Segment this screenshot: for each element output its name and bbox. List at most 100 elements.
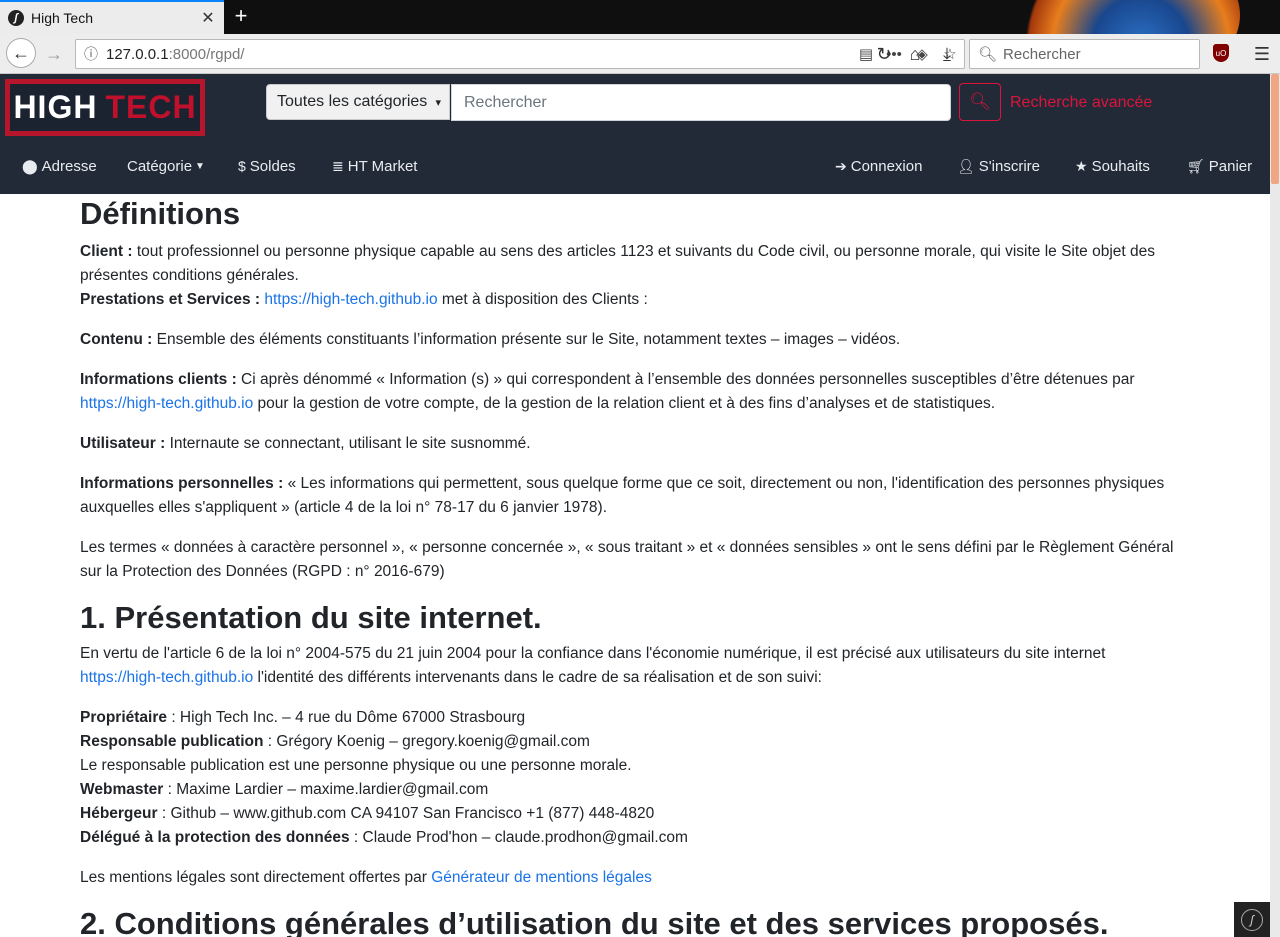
hamburger-menu-icon[interactable]: ☰ [1248, 40, 1276, 68]
line-hebergeur: Hébergeur : Github – www.github.com CA 9… [80, 802, 1190, 826]
label-info-clients: Informations clients : [80, 371, 237, 388]
caret-down-icon: ▼ [195, 160, 205, 172]
nav-connexion[interactable]: ➔ Connexion [835, 156, 922, 176]
address-bar[interactable]: ⓘ 127.0.0.1:8000/rgpd/ ▤ ••• ◈ ☆ [75, 39, 965, 69]
mentions-generator-link[interactable]: Générateur de mentions légales [431, 869, 652, 886]
text-delegue: : Claude Prod'hon – claude.prodhon@gmail… [349, 829, 688, 846]
paragraph-mentions: Les mentions légales sont directement of… [80, 866, 1190, 890]
label-prestations: Prestations et Services : [80, 291, 261, 308]
label-responsable: Responsable publication [80, 733, 264, 750]
map-marker-icon: ⬤ [22, 157, 38, 174]
nav-label: Catégorie [127, 157, 193, 175]
nav-label: Connexion [850, 157, 923, 175]
scrollbar-thumb[interactable] [1271, 74, 1279, 184]
nav-sinscrire[interactable]: 👤︎ S'inscrire [957, 156, 1040, 176]
paragraph-info-perso: Informations personnelles : « Les inform… [80, 472, 1190, 520]
sign-in-icon: ➔ [835, 157, 847, 174]
category-select-value: Toutes les catégories [277, 93, 428, 110]
text-client: tout professionnel ou personne physique … [80, 243, 1156, 284]
label-info-perso: Informations personnelles : [80, 475, 284, 492]
label-proprietaire: Propriétaire [80, 709, 168, 726]
text-prestations: met à disposition des Clients : [437, 291, 648, 308]
back-arrow-icon[interactable]: ← [6, 38, 36, 68]
line-proprietaire: Propriétaire : High Tech Inc. – 4 rue du… [80, 706, 1190, 730]
text-info-clients: Ci après dénommé « Information (s) » qui… [236, 371, 1135, 388]
reload-icon[interactable]: ↻ [870, 40, 898, 68]
paragraph-termes: Les termes « données à caractère personn… [80, 539, 1174, 580]
nav-label: HT Market [347, 157, 418, 175]
info-icon[interactable]: ⓘ [76, 44, 106, 64]
page-scrollbar[interactable] [1270, 74, 1280, 937]
logo-text-high: HIGH [13, 89, 98, 125]
dollar-icon: $ [238, 158, 246, 174]
tab-title: High Tech [31, 10, 94, 26]
text-hebergeur: : Github – www.github.com CA 94107 San F… [157, 805, 655, 822]
nav-panier[interactable]: 🛒︎ Panier [1187, 156, 1252, 176]
nav-categorie[interactable]: Catégorie ▼ [127, 156, 205, 176]
line-responsable: Responsable publication : Grégory Koenig… [80, 730, 1190, 754]
cart-icon: 🛒︎ [1187, 157, 1205, 174]
site-link[interactable]: https://high-tech.github.io [80, 669, 253, 686]
site-logo[interactable]: HIGH TECH [5, 79, 205, 136]
url-text[interactable]: 127.0.0.1:8000/rgpd/ [106, 46, 852, 63]
text-presentation: En vertu de l'article 6 de la loi n° 200… [80, 645, 1106, 662]
label-utilisateur: Utilisateur : [80, 435, 166, 452]
nav-souhaits[interactable]: ★ Souhaits [1075, 156, 1150, 176]
browser-search-placeholder: Rechercher [1003, 45, 1081, 63]
paragraph-info-clients: Informations clients : Ci après dénommé … [80, 368, 1190, 416]
browser-tab-bar: ʃ High Tech ✕ + [0, 0, 1280, 34]
paragraph-client: Client : tout professionnel ou personne … [80, 240, 1190, 288]
nav-label: Adresse [41, 157, 97, 175]
search-button[interactable]: 🔍︎ [959, 83, 1001, 121]
site-link[interactable]: https://high-tech.github.io [80, 395, 253, 412]
browser-theme-decoration [1020, 0, 1240, 34]
home-icon[interactable]: ⌂ [901, 40, 929, 68]
heading-conditions: 2. Conditions générales d’utilisation du… [80, 906, 1109, 937]
symfony-logo-icon: ʃ [1241, 908, 1263, 931]
browser-tab[interactable]: ʃ High Tech ✕ [0, 0, 224, 34]
user-plus-icon: 👤︎ [957, 157, 975, 174]
forward-arrow-icon[interactable]: → [40, 40, 68, 68]
paragraph-contenu: Contenu : Ensemble des éléments constitu… [80, 328, 1190, 352]
nav-adresse[interactable]: ⬤ Adresse [22, 156, 97, 176]
symfony-toolbar-button[interactable]: ʃ [1234, 902, 1270, 937]
site-header: HIGH TECH Toutes les catégories ▾ Recherc… [0, 74, 1270, 194]
download-icon[interactable]: ⤓ [933, 40, 961, 68]
text-proprietaire: : High Tech Inc. – 4 rue du Dôme 67000 S… [167, 709, 526, 726]
close-tab-icon[interactable]: ✕ [200, 8, 216, 28]
search-icon: 🔍︎ [978, 46, 998, 63]
label-contenu: Contenu : [80, 331, 153, 348]
label-webmaster: Webmaster [80, 781, 164, 798]
search-input[interactable]: Rechercher [451, 84, 951, 121]
browser-toolbar: ← → ⓘ 127.0.0.1:8000/rgpd/ ▤ ••• ◈ ☆ ↻ ⌂… [0, 34, 1280, 74]
heading-presentation: 1. Présentation du site internet. [80, 600, 542, 635]
ublock-icon[interactable]: uO [1213, 44, 1229, 62]
symfony-favicon-icon: ʃ [8, 10, 24, 26]
coins-icon: ≣ [332, 157, 344, 174]
new-tab-button[interactable]: + [228, 3, 254, 29]
main-content: Définitions Client : tout professionnel … [80, 194, 1190, 937]
nav-label: Panier [1208, 157, 1253, 175]
search-icon: 🔍︎ [969, 92, 991, 111]
line-delegue: Délégué à la protection des données : Cl… [80, 826, 1190, 850]
star-icon: ★ [1075, 157, 1088, 174]
site-link[interactable]: https://high-tech.github.io [264, 291, 437, 308]
category-select[interactable]: Toutes les catégories ▾ [266, 84, 450, 120]
text-contenu: Ensemble des éléments constituants l’inf… [152, 331, 901, 348]
line-responsable-note: Le responsable publication est une perso… [80, 757, 632, 774]
nav-ht-market[interactable]: ≣ HT Market [332, 156, 417, 176]
text-mentions: Les mentions légales sont directement of… [80, 869, 432, 886]
nav-label: Souhaits [1091, 157, 1150, 175]
chevron-down-icon: ▾ [435, 96, 441, 109]
nav-label: S'inscrire [978, 157, 1040, 175]
label-client: Client : [80, 243, 133, 260]
paragraph-presentation: En vertu de l'article 6 de la loi n° 200… [80, 642, 1190, 690]
advanced-search-link[interactable]: Recherche avancée [1010, 94, 1152, 112]
nav-label: Soldes [249, 157, 296, 175]
label-delegue: Délégué à la protection des données [80, 829, 350, 846]
paragraph-utilisateur: Utilisateur : Internaute se connectant, … [80, 432, 1190, 456]
nav-soldes[interactable]: $ Soldes [238, 156, 296, 176]
text-responsable: : Grégory Koenig – gregory.koenig@gmail.… [263, 733, 590, 750]
text-info-clients-2: pour la gestion de votre compte, de la g… [253, 395, 996, 412]
browser-search-box[interactable]: 🔍︎ Rechercher [969, 39, 1200, 69]
